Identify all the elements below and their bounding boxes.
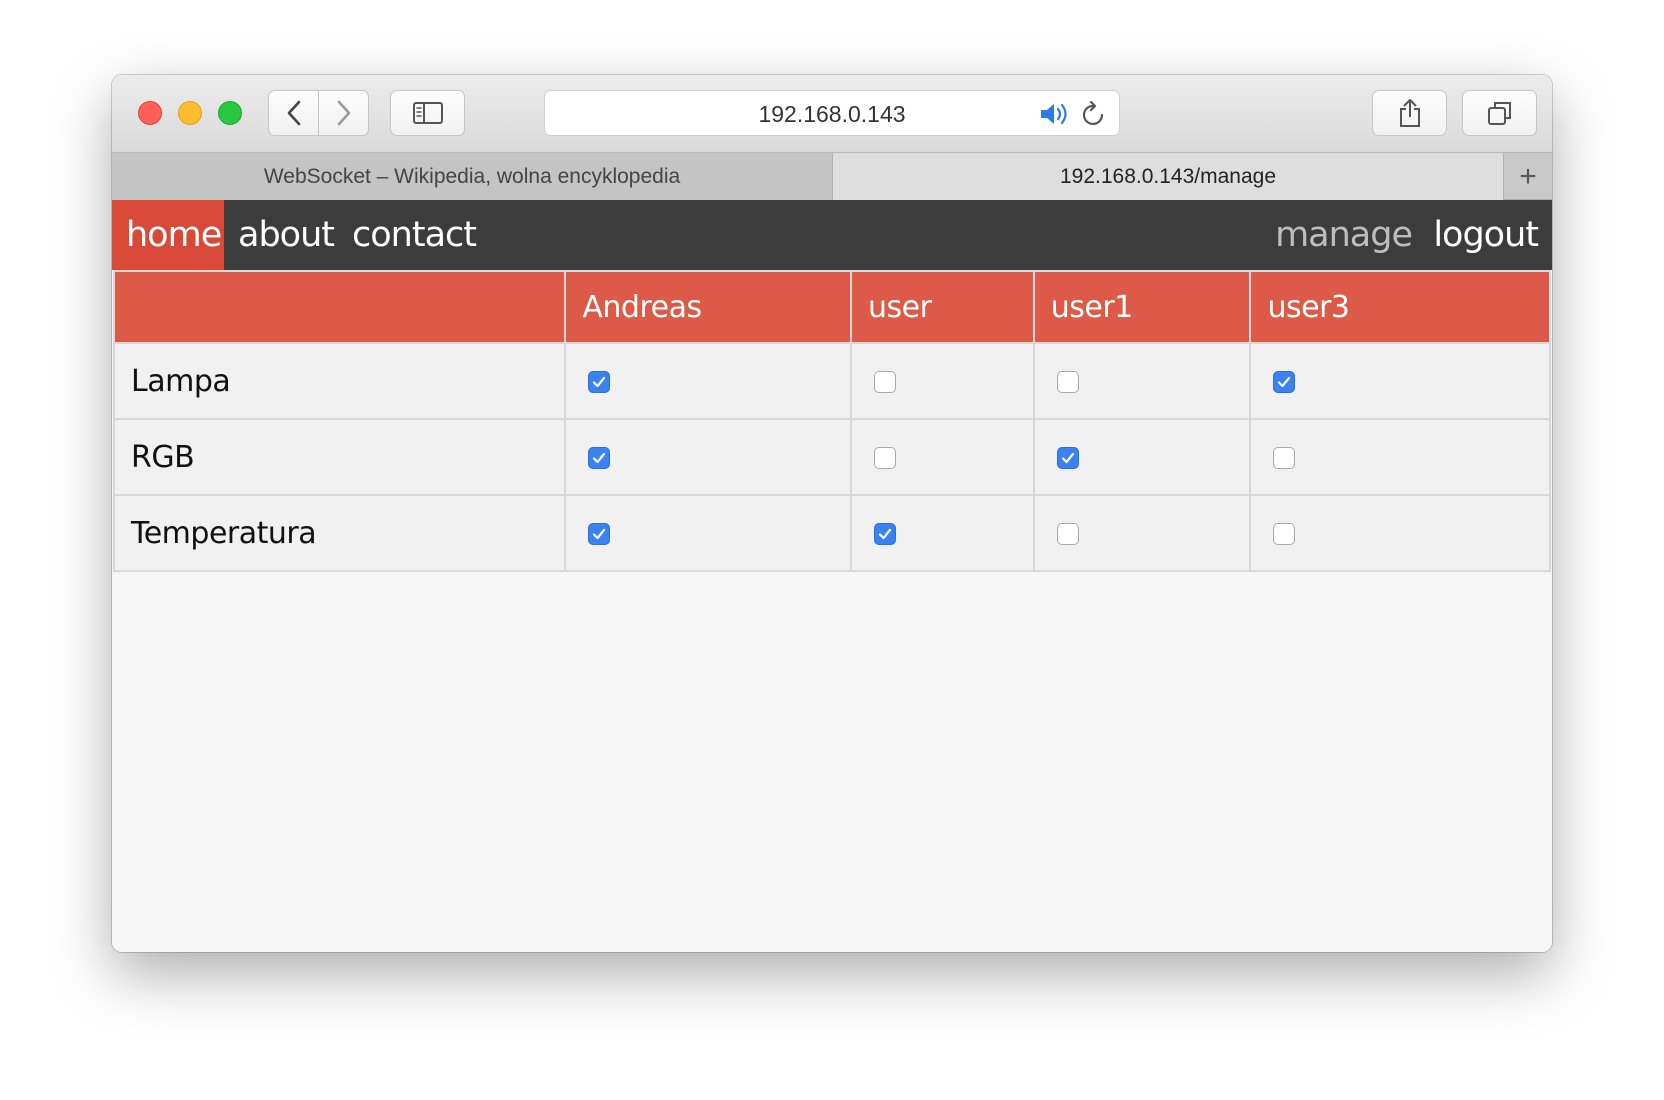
permission-checkbox[interactable] [1273,371,1296,393]
permission-checkbox[interactable] [588,371,611,393]
tab-websocket[interactable]: WebSocket – Wikipedia, wolna encyklopedi… [112,153,832,200]
share-button[interactable] [1372,90,1447,136]
forward-button[interactable] [318,90,369,136]
back-button[interactable] [268,90,319,136]
permission-cell [849,342,1035,420]
checkmark-icon [593,452,606,464]
minimize-window-button[interactable] [178,101,202,125]
forward-icon [337,100,350,126]
permission-cell [1249,418,1551,496]
permission-cell [1249,494,1551,572]
nav-about-link[interactable]: about [224,200,348,270]
permission-checkbox[interactable] [1056,371,1079,393]
tab-bar: WebSocket – Wikipedia, wolna encyklopedi… [112,152,1552,200]
address-text: 192.168.0.143 [758,101,906,127]
tabs-overview-icon [1487,102,1511,125]
permission-cell [1032,418,1252,496]
nav-logout-link[interactable]: logout [1419,200,1552,270]
corner-header-cell [112,270,567,344]
user-column-header: user1 [1032,270,1252,344]
page-content: home about contact manage logout Andreas… [112,200,1552,952]
plus-icon: + [1519,159,1537,193]
device-name-cell: Temperatura [112,494,567,572]
sidebar-icon [412,102,443,124]
permission-checkbox[interactable] [873,371,896,393]
permission-checkbox[interactable] [1056,447,1079,469]
permission-checkbox[interactable] [873,447,896,469]
permission-checkbox[interactable] [1273,447,1296,469]
close-window-button[interactable] [138,101,162,125]
permission-checkbox[interactable] [1056,523,1079,545]
user-column-header: Andreas [564,270,852,344]
checkmark-icon [593,528,606,540]
speaker-icon[interactable] [1039,101,1073,127]
tab-overview-button[interactable] [1462,90,1537,136]
permission-cell [564,494,852,572]
nav-contact-link[interactable]: contact [338,200,490,270]
permission-checkbox[interactable] [588,447,611,469]
permission-checkbox[interactable] [873,523,896,545]
reload-icon[interactable] [1081,100,1107,128]
checkmark-icon [1278,376,1291,388]
permission-cell [849,494,1035,572]
checkmark-icon [878,528,892,540]
nav-home-link[interactable]: home [112,200,224,270]
share-icon [1399,99,1420,127]
permission-cell [564,342,852,420]
permission-checkbox[interactable] [588,523,611,545]
table-header-row: Andreas user user1 user3 [112,270,1551,344]
table-row: Temperatura [112,494,1551,572]
tab-manage[interactable]: 192.168.0.143/manage [832,153,1504,200]
permission-cell [849,418,1035,496]
user-column-header: user3 [1249,270,1551,344]
checkmark-icon [593,376,606,388]
sidebar-toggle-button[interactable] [390,90,465,136]
table-row: Lampa [112,342,1551,420]
nav-manage-link[interactable]: manage [1261,200,1426,270]
permissions-table: Andreas user user1 user3 Lampa RGB Tempera… [112,270,1551,572]
checkmark-icon [1061,452,1074,464]
permission-cell [1032,494,1252,572]
permission-cell [1032,342,1252,420]
device-name-cell: Lampa [112,342,567,420]
browser-toolbar: 192.168.0.143 [112,75,1552,152]
user-column-header: user [849,270,1035,344]
address-bar[interactable]: 192.168.0.143 [544,90,1120,136]
site-navbar: home about contact manage logout [112,200,1552,270]
browser-window: 192.168.0.143 WebSocket – Wikipedia, wol… [112,75,1552,952]
device-name-cell: RGB [112,418,567,496]
zoom-window-button[interactable] [218,101,242,125]
permission-cell [1249,342,1551,420]
permission-checkbox[interactable] [1273,523,1296,545]
back-icon [287,100,300,126]
new-tab-button[interactable]: + [1504,153,1552,200]
table-row: RGB [112,418,1551,496]
permission-cell [564,418,852,496]
